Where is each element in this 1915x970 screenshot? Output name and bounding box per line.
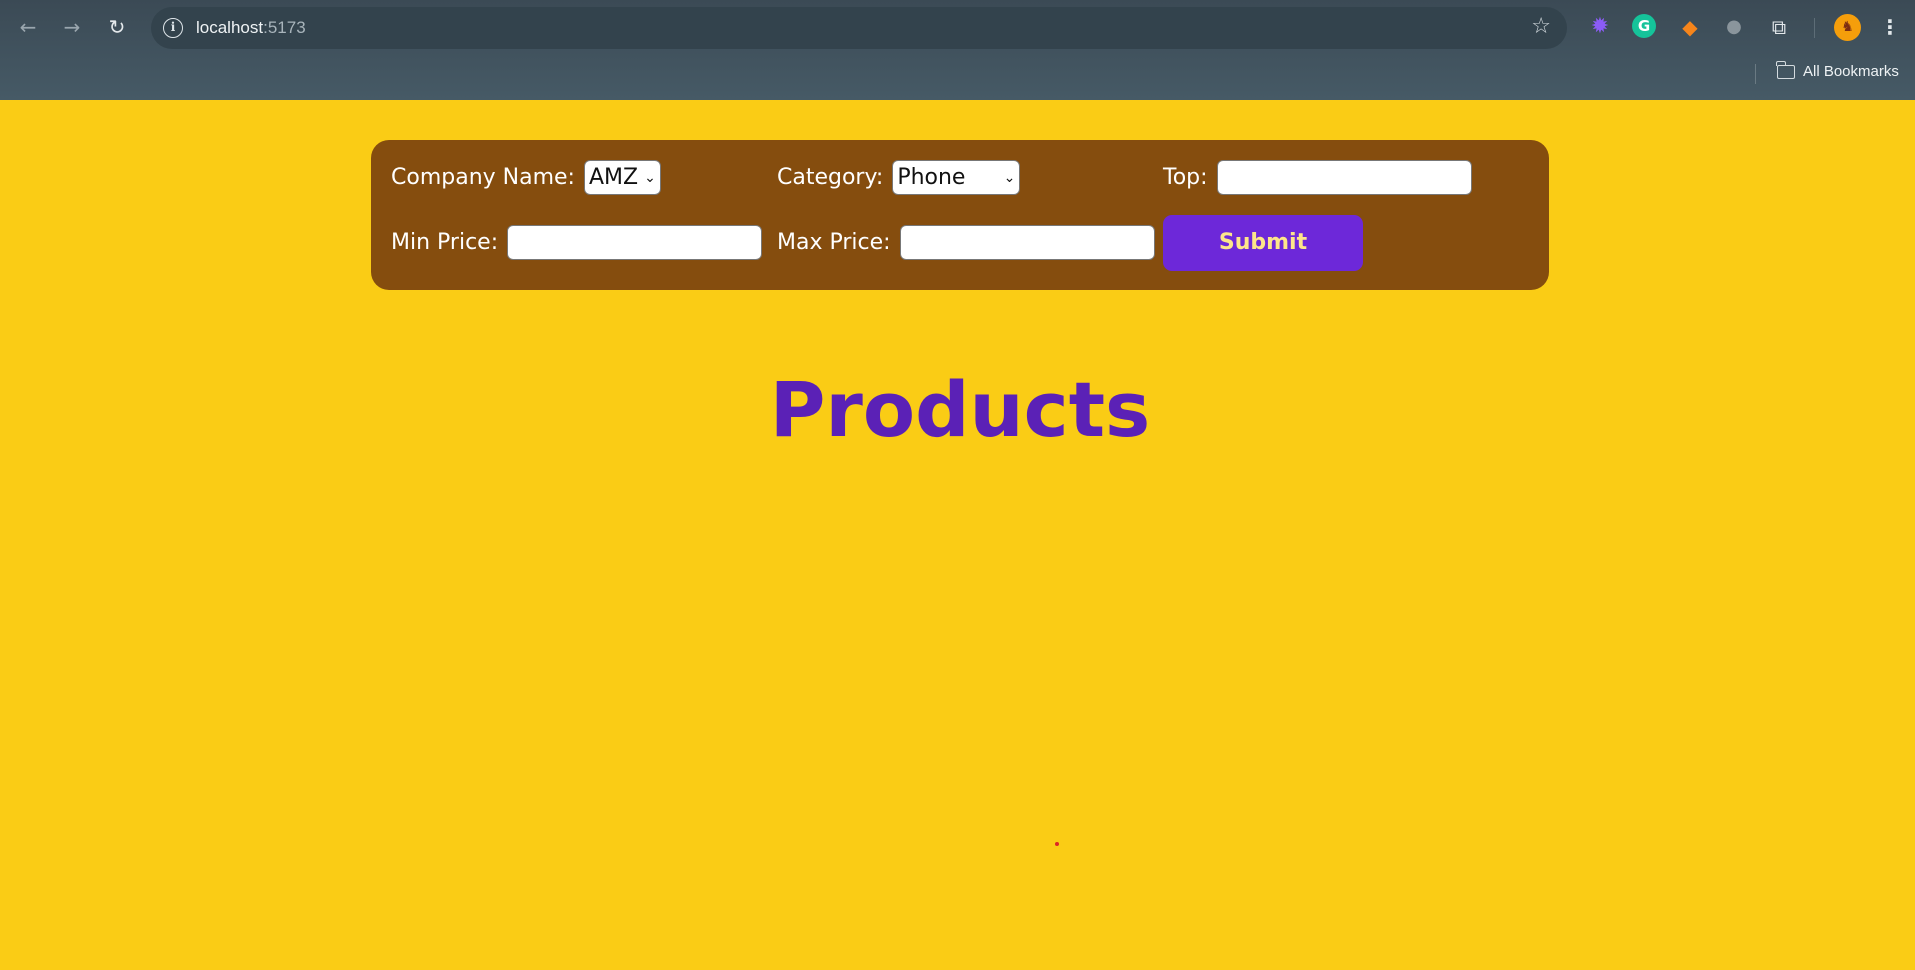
toolbar-divider: [1814, 18, 1815, 38]
chevron-down-icon: ⌄: [644, 169, 656, 186]
page-title: Products: [769, 365, 1151, 454]
bookmark-star-icon[interactable]: ☆: [1531, 14, 1551, 39]
top-input[interactable]: [1216, 160, 1472, 195]
bookmarks-divider: [1755, 64, 1756, 84]
company-label: Company Name:: [391, 165, 575, 190]
submit-button[interactable]: Submit: [1163, 215, 1363, 271]
category-select[interactable]: Phone ⌄: [892, 160, 1021, 195]
url-port: :5173: [263, 18, 306, 37]
grammarly-icon[interactable]: G: [1632, 14, 1658, 40]
max-price-label: Max Price:: [777, 230, 891, 255]
forward-icon[interactable]: →: [58, 13, 86, 41]
url-host: localhost: [196, 18, 264, 37]
site-info-icon[interactable]: i: [163, 18, 183, 38]
min-price-field: Min Price:: [391, 225, 763, 260]
reload-icon[interactable]: ↻: [103, 13, 131, 41]
max-price-input[interactable]: [899, 225, 1155, 260]
company-select-value: AMZ: [588, 165, 639, 190]
all-bookmarks-label: All Bookmarks: [1803, 63, 1899, 80]
filter-form: Company Name: AMZ ⌄ Category: Phone ⌄ To…: [371, 140, 1549, 290]
max-price-field: Max Price:: [777, 225, 1155, 260]
back-icon[interactable]: ←: [14, 13, 42, 41]
metamask-icon[interactable]: ◆: [1677, 14, 1703, 40]
folder-icon: [1776, 60, 1795, 79]
menu-kebab-icon[interactable]: ⋮: [1880, 14, 1900, 40]
all-bookmarks-button[interactable]: All Bookmarks: [1776, 60, 1899, 80]
company-select[interactable]: AMZ ⌄: [583, 160, 661, 195]
top-label: Top:: [1163, 165, 1208, 190]
top-field: Top:: [1163, 160, 1472, 195]
chevron-down-icon: ⌄: [1003, 169, 1016, 186]
extension-gear-icon[interactable]: ✹: [1587, 14, 1613, 40]
browser-chrome: ← → ↻ i localhost:5173 ☆ ✹ G ◆ ● ⧉ ♞ ⋮ A…: [0, 0, 1915, 100]
extensions-puzzle-icon[interactable]: ⧉: [1766, 14, 1792, 40]
category-label: Category:: [777, 165, 884, 190]
category-field: Category: Phone ⌄: [777, 160, 1021, 195]
cursor-dot: [1055, 842, 1059, 846]
extension-gray-icon[interactable]: ●: [1721, 14, 1747, 40]
profile-avatar[interactable]: ♞: [1834, 14, 1861, 41]
min-price-input[interactable]: [507, 225, 763, 260]
url-text[interactable]: localhost:5173: [196, 18, 306, 38]
min-price-label: Min Price:: [391, 230, 499, 255]
category-select-value: Phone: [897, 165, 966, 190]
company-field: Company Name: AMZ ⌄: [391, 160, 661, 195]
address-bar[interactable]: i localhost:5173 ☆: [151, 7, 1567, 49]
